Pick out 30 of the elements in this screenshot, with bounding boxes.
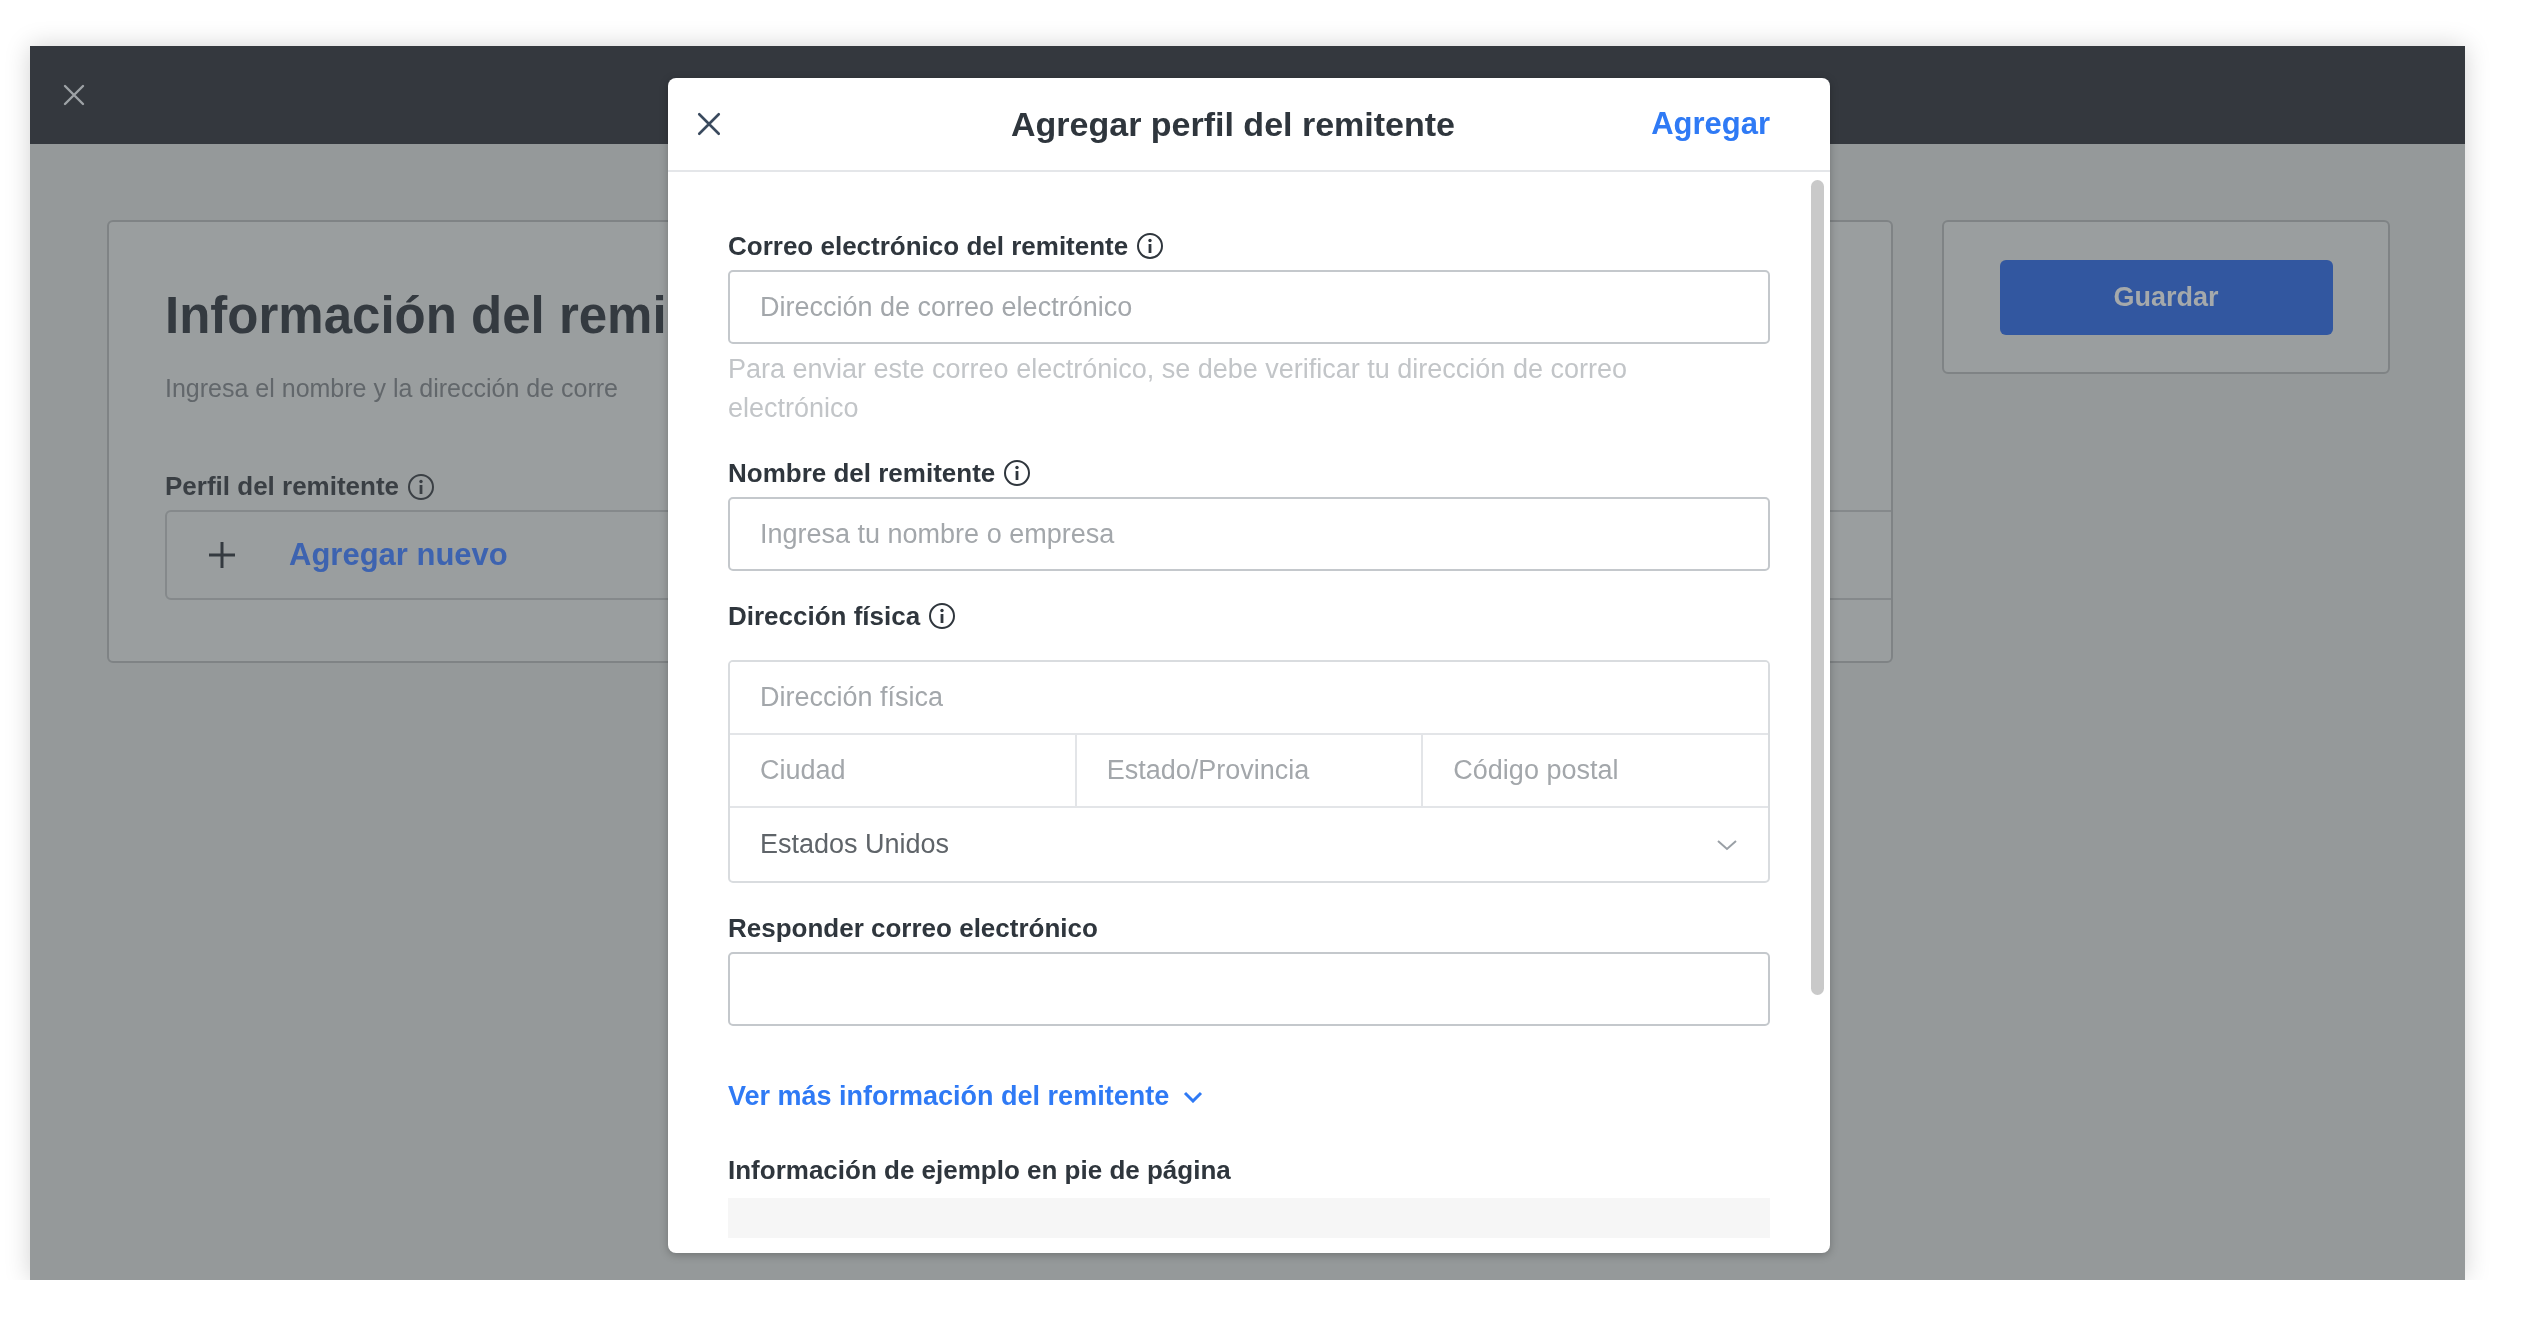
- field-label: Correo electrónico del remitente: [728, 230, 1129, 262]
- text-field[interactable]: Dirección de correo electrónico: [728, 270, 1770, 344]
- page-title: Información del remi: [165, 286, 667, 346]
- help-text: Para enviar este correo electrónico, se debe verificar tu dirección de correo electrónico: [728, 353, 1628, 425]
- field-label: Dirección física: [728, 600, 921, 632]
- country-dropdown[interactable]: Estados Unidos: [730, 808, 1768, 881]
- field-label: Responder correo electrónico: [728, 912, 1098, 944]
- info-icon[interactable]: [928, 602, 957, 630]
- page-description: Ingresa el nombre y la dirección de corre: [165, 374, 618, 403]
- street-field[interactable]: Dirección física: [730, 662, 1768, 735]
- modal-title: Agregar perfil del remitente: [1011, 104, 1455, 144]
- section-label: Información de ejemplo en pie de página: [728, 1155, 1231, 1186]
- close-icon[interactable]: [696, 111, 722, 137]
- field-label: Perfil del remitente: [165, 471, 400, 502]
- city-field[interactable]: Ciudad: [730, 735, 1077, 808]
- text-field[interactable]: [728, 952, 1770, 1026]
- text-field[interactable]: Ingresa tu nombre o empresa: [728, 497, 1770, 571]
- add-button[interactable]: Agregar: [1651, 106, 1770, 142]
- address-group[interactable]: Dirección física Ciudad Estado/Provincia Código postal Estados Unidos: [728, 660, 1770, 883]
- plus-icon: [207, 540, 237, 570]
- close-icon[interactable]: [62, 83, 86, 107]
- state-field[interactable]: Estado/Provincia: [1076, 735, 1424, 808]
- chevron-down-icon: [1183, 1090, 1204, 1103]
- show-more-link[interactable]: Ver más información del remitente: [728, 1078, 1204, 1115]
- scrollbar-thumb[interactable]: [1811, 180, 1824, 995]
- save-button[interactable]: Guardar: [1999, 259, 2333, 335]
- field-label: Nombre del remitente: [728, 457, 996, 489]
- chevron-down-icon: [1716, 838, 1738, 851]
- info-icon[interactable]: [1003, 459, 1032, 487]
- info-icon[interactable]: [1136, 232, 1165, 260]
